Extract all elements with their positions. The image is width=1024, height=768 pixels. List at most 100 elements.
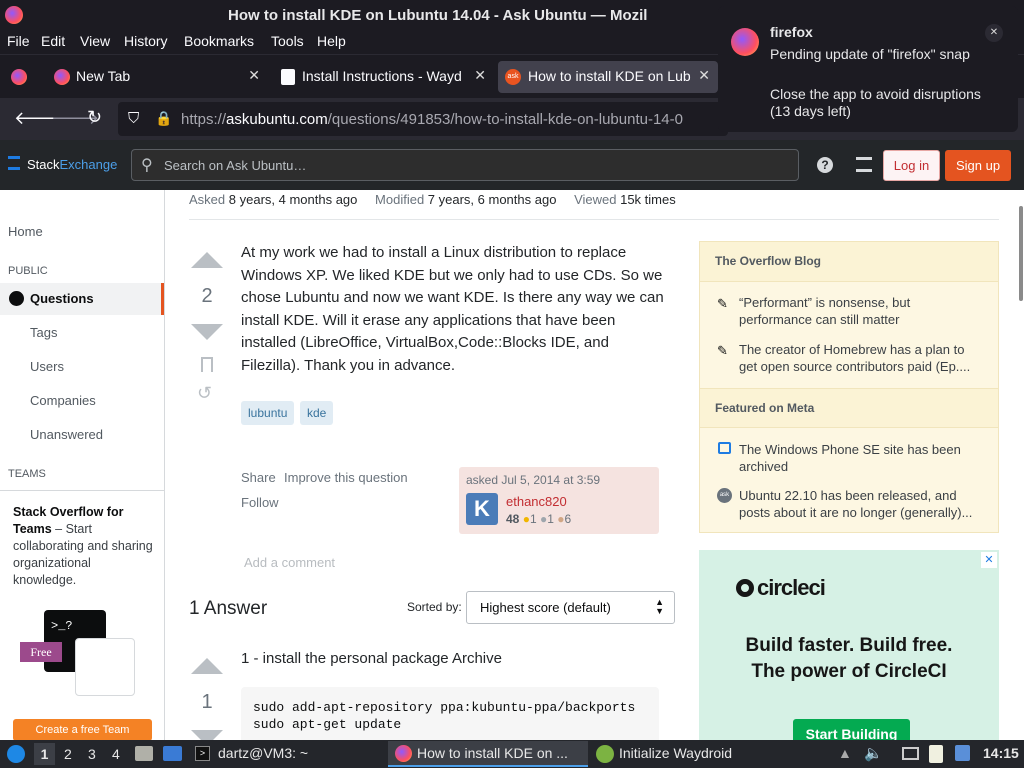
- menu-file[interactable]: File: [7, 33, 30, 49]
- meta-header: Featured on Meta: [700, 388, 998, 428]
- shield-icon[interactable]: ⛉: [128, 110, 139, 127]
- question-vote-count: 2: [201, 285, 213, 307]
- workspace-2[interactable]: 2: [64, 746, 72, 762]
- close-icon[interactable]: ✕: [474, 67, 486, 84]
- site-header: StackExchange ⚲ Search on Ask Ubuntu… ? …: [0, 140, 1024, 190]
- upvote-button[interactable]: [191, 252, 223, 268]
- scrollbar-thumb[interactable]: [1019, 206, 1023, 301]
- start-menu-icon[interactable]: [7, 745, 25, 763]
- tab-label: Install Instructions - Wayd: [302, 68, 462, 84]
- nav-companies[interactable]: Companies: [30, 393, 96, 408]
- blog-header: The Overflow Blog: [700, 242, 998, 282]
- advertisement[interactable]: ✕ circleci Build faster. Build free. The…: [699, 550, 999, 740]
- signup-button[interactable]: Sign up: [945, 150, 1011, 181]
- meta-item[interactable]: The Windows Phone SE site has been archi…: [739, 441, 984, 475]
- close-icon[interactable]: ✕: [698, 67, 710, 84]
- desktop-icon[interactable]: [163, 746, 182, 761]
- menu-tools[interactable]: Tools: [271, 33, 304, 49]
- teams-card-illustration: [75, 638, 135, 696]
- left-sidebar: Home PUBLIC Questions Tags Users Compani…: [0, 190, 165, 740]
- avatar[interactable]: K: [466, 493, 498, 525]
- share-link[interactable]: Share: [241, 470, 276, 485]
- ad-cta-button[interactable]: Start Building: [793, 719, 910, 740]
- tab-label: How to install KDE on Lub: [528, 68, 691, 84]
- meta-item[interactable]: Ubuntu 22.10 has been released, and post…: [739, 487, 984, 521]
- menu-edit[interactable]: Edit: [41, 33, 65, 49]
- downvote-button[interactable]: [191, 324, 223, 340]
- menu-view[interactable]: View: [80, 33, 110, 49]
- file-manager-icon[interactable]: [135, 746, 153, 761]
- tab-install-instructions[interactable]: Install Instructions - Wayd ✕: [272, 61, 494, 93]
- window-title: How to install KDE on Lubuntu 14.04 - As…: [228, 7, 648, 24]
- tab-askubuntu[interactable]: ask How to install KDE on Lub ✕: [498, 61, 718, 93]
- reload-icon[interactable]: ↻: [87, 107, 102, 128]
- taskbar-terminal[interactable]: dartz@VM3: ~: [218, 745, 308, 761]
- create-team-button[interactable]: Create a free Team: [13, 719, 152, 740]
- taskbar-firefox: How to install KDE on ...: [417, 745, 568, 761]
- notification-close-icon[interactable]: ✕: [985, 24, 1003, 42]
- blog-item[interactable]: “Performant” is nonsense, but performanc…: [739, 294, 984, 328]
- nav-tags[interactable]: Tags: [30, 325, 57, 340]
- clipboard-icon[interactable]: [929, 745, 943, 763]
- history-icon[interactable]: ↺: [197, 383, 212, 404]
- sort-select-value: Highest score (default): [480, 600, 611, 615]
- answer-upvote-button[interactable]: [191, 658, 223, 674]
- site-switcher-icon[interactable]: [856, 157, 872, 172]
- menu-help[interactable]: Help: [317, 33, 346, 49]
- add-comment-link[interactable]: Add a comment: [244, 555, 335, 570]
- network-icon[interactable]: [955, 745, 970, 761]
- lock-icon[interactable]: 🔒: [155, 110, 172, 127]
- update-icon[interactable]: ▲: [838, 745, 852, 761]
- tab-new-tab[interactable]: New Tab ✕: [46, 61, 268, 93]
- taskbar-waydroid[interactable]: Initialize Waydroid: [619, 745, 732, 761]
- globe-icon: [9, 291, 24, 306]
- chat-bubble-icon: [718, 442, 731, 454]
- improve-question-link[interactable]: Improve this question: [284, 470, 408, 485]
- display-icon[interactable]: [902, 747, 919, 760]
- menu-bookmarks[interactable]: Bookmarks: [184, 33, 254, 49]
- notification-line1: Pending update of "firefox" snap: [770, 46, 970, 62]
- workspace-4[interactable]: 4: [112, 746, 120, 762]
- bookmark-icon[interactable]: [201, 357, 213, 372]
- firefox-view-icon[interactable]: [11, 69, 27, 85]
- user-name-link[interactable]: ethanc820: [506, 494, 567, 509]
- taskbar: 1 2 3 4 > dartz@VM3: ~ How to install KD…: [0, 740, 1024, 768]
- nav-unanswered[interactable]: Unanswered: [30, 427, 103, 442]
- nav-questions[interactable]: Questions: [0, 283, 164, 315]
- volume-icon[interactable]: 🔈: [864, 744, 883, 762]
- divider: [189, 219, 999, 220]
- teams-promo: Stack Overflow for Teams – Start collabo…: [0, 490, 164, 740]
- url-bar[interactable]: ⛉ 🔒 https://askubuntu.com/questions/4918…: [118, 102, 728, 136]
- answer-vote-count: 1: [201, 691, 213, 713]
- nav-section-public: PUBLIC: [8, 265, 48, 277]
- sort-label: Sorted by:: [407, 600, 462, 614]
- ad-close-icon[interactable]: ✕: [981, 552, 997, 568]
- question-meta: Asked 8 years, 4 months ago Modified 7 y…: [189, 192, 676, 207]
- nav-users[interactable]: Users: [30, 359, 64, 374]
- menu-history[interactable]: History: [124, 33, 168, 49]
- pencil-icon: ✎: [717, 343, 728, 358]
- help-icon[interactable]: ?: [817, 157, 833, 173]
- clock: 14:15: [983, 745, 1019, 761]
- workspace-1[interactable]: 1: [34, 743, 55, 765]
- sort-select[interactable]: Highest score (default) ▲ ▼: [466, 591, 675, 624]
- workspace-3[interactable]: 3: [88, 746, 96, 762]
- askubuntu-icon: ask: [717, 488, 732, 503]
- tag-kde[interactable]: kde: [300, 401, 334, 425]
- notification-popup[interactable]: firefox ✕ Pending update of "firefox" sn…: [718, 6, 1018, 132]
- nav-section-teams: TEAMS: [8, 468, 46, 480]
- teams-promo-text: Stack Overflow for Teams – Start collabo…: [13, 505, 153, 587]
- blog-item[interactable]: The creator of Homebrew has a plan to ge…: [739, 341, 984, 375]
- firefox-logo-icon: [731, 28, 759, 56]
- answer-code-block: sudo add-apt-repository ppa:kubuntu-ppa/…: [241, 687, 659, 740]
- close-icon[interactable]: ✕: [248, 67, 260, 84]
- login-button[interactable]: Log in: [883, 150, 940, 181]
- circleci-logo: circleci: [736, 575, 826, 601]
- follow-link[interactable]: Follow: [241, 495, 279, 510]
- tag-lubuntu[interactable]: lubuntu: [241, 401, 295, 425]
- stackexchange-menu-icon[interactable]: [8, 156, 20, 170]
- answer-downvote-button[interactable]: [191, 730, 223, 740]
- nav-home[interactable]: Home: [8, 224, 43, 239]
- search-input[interactable]: ⚲ Search on Ask Ubuntu…: [131, 149, 799, 181]
- stackexchange-logo[interactable]: StackExchange: [27, 157, 117, 172]
